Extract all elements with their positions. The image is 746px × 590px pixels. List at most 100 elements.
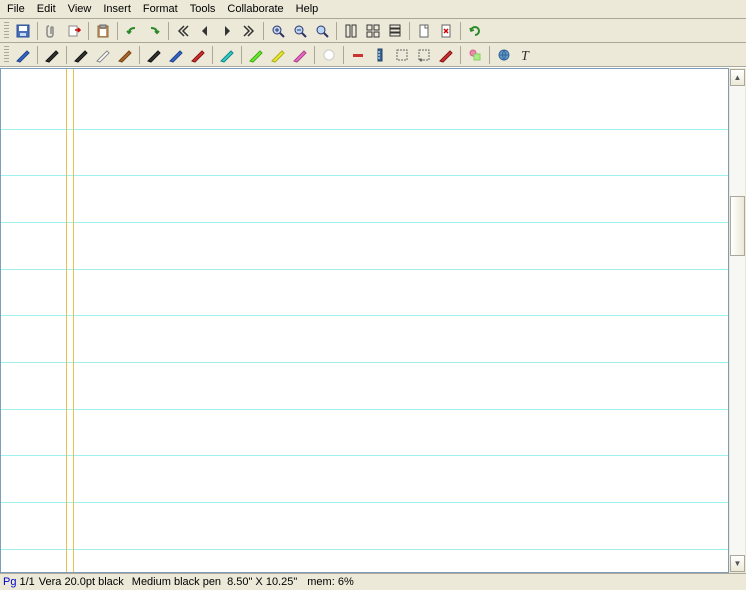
rule-line xyxy=(1,315,728,316)
svg-text:T: T xyxy=(521,49,530,63)
single-page-icon xyxy=(343,23,359,39)
zoom-in-button[interactable] xyxy=(267,21,289,41)
toolbar-handle-2[interactable] xyxy=(4,46,9,64)
pen-cyan-button[interactable] xyxy=(216,45,238,65)
vertical-scrollbar[interactable]: ▲ ▼ xyxy=(729,68,746,573)
status-tool: Medium black pen xyxy=(132,576,221,588)
paper[interactable] xyxy=(1,69,728,572)
menu-help[interactable]: Help xyxy=(291,1,324,17)
refresh-button[interactable] xyxy=(464,21,486,41)
menu-file[interactable]: File xyxy=(2,1,30,17)
rule-line xyxy=(1,549,728,550)
highlighter-icon xyxy=(270,47,286,63)
wand-icon xyxy=(438,47,454,63)
pen-white-button[interactable] xyxy=(92,45,114,65)
pen-icon xyxy=(95,47,111,63)
pen-black-2-button[interactable] xyxy=(70,45,92,65)
menu-collaborate[interactable]: Collaborate xyxy=(222,1,288,17)
delete-tool-button[interactable] xyxy=(347,45,369,65)
toolbar-handle[interactable] xyxy=(4,22,9,40)
statusbar: Pg 1/1 Vera 20.0pt black Medium black pe… xyxy=(0,573,746,590)
hilite-green-button[interactable] xyxy=(245,45,267,65)
hilite-yellow-button[interactable] xyxy=(267,45,289,65)
undo-button[interactable] xyxy=(121,21,143,41)
zoom-fit-button[interactable] xyxy=(311,21,333,41)
status-page: 1/1 xyxy=(19,576,34,588)
wand-button[interactable] xyxy=(435,45,457,65)
export-button[interactable] xyxy=(63,21,85,41)
menu-edit[interactable]: Edit xyxy=(32,1,61,17)
delete-page-button[interactable] xyxy=(435,21,457,41)
next-page-button[interactable] xyxy=(216,21,238,41)
attach-button[interactable] xyxy=(41,21,63,41)
margin-line xyxy=(66,69,67,572)
rule-line xyxy=(1,502,728,503)
stamp-button[interactable] xyxy=(493,45,515,65)
pen-red-button[interactable] xyxy=(187,45,209,65)
hilite-pink-button[interactable] xyxy=(289,45,311,65)
menu-insert[interactable]: Insert xyxy=(98,1,136,17)
lasso-icon xyxy=(416,47,432,63)
rule-line xyxy=(1,222,728,223)
paste-button[interactable] xyxy=(92,21,114,41)
menu-tools[interactable]: Tools xyxy=(185,1,221,17)
zoom-out-icon xyxy=(292,23,308,39)
prev-page-button[interactable] xyxy=(194,21,216,41)
pen-blue-button[interactable] xyxy=(12,45,34,65)
multi-page-button[interactable] xyxy=(362,21,384,41)
rule-line xyxy=(1,409,728,410)
marquee-icon xyxy=(394,47,410,63)
zoom-out-button[interactable] xyxy=(289,21,311,41)
zoom-in-icon xyxy=(270,23,286,39)
last-icon xyxy=(241,23,257,39)
first-page-button[interactable] xyxy=(172,21,194,41)
pen-black-3-button[interactable] xyxy=(143,45,165,65)
scroll-track[interactable] xyxy=(730,86,745,555)
status-font: Vera 20.0pt black xyxy=(39,576,124,588)
highlighter-icon xyxy=(248,47,264,63)
export-icon xyxy=(66,23,82,39)
last-page-button[interactable] xyxy=(238,21,260,41)
page-x-icon xyxy=(438,23,454,39)
save-button[interactable] xyxy=(12,21,34,41)
new-page-button[interactable] xyxy=(413,21,435,41)
text-button[interactable]: T xyxy=(515,45,537,65)
redo-button[interactable] xyxy=(143,21,165,41)
scroll-down-button[interactable]: ▼ xyxy=(730,555,745,572)
pen-brown-button[interactable] xyxy=(114,45,136,65)
scroll-thumb[interactable] xyxy=(730,196,745,256)
canvas[interactable] xyxy=(0,68,729,573)
status-mem: mem: 6% xyxy=(307,576,353,588)
floppy-icon xyxy=(15,23,31,39)
ruler-icon xyxy=(372,47,388,63)
single-page-button[interactable] xyxy=(340,21,362,41)
menu-format[interactable]: Format xyxy=(138,1,183,17)
zoom-fit-icon xyxy=(314,23,330,39)
next-icon xyxy=(219,23,235,39)
pen-icon xyxy=(168,47,184,63)
rule-line xyxy=(1,362,728,363)
minus-icon xyxy=(350,47,366,63)
rule-line xyxy=(1,129,728,130)
first-icon xyxy=(175,23,191,39)
text-icon: T xyxy=(518,47,534,63)
scroll-up-button[interactable]: ▲ xyxy=(730,69,745,86)
eraser-button[interactable] xyxy=(318,45,340,65)
pen-black-1-button[interactable] xyxy=(41,45,63,65)
lasso-button[interactable] xyxy=(413,45,435,65)
pen-icon xyxy=(117,47,133,63)
undo-icon xyxy=(124,23,140,39)
continuous-page-button[interactable] xyxy=(384,21,406,41)
pen-blue-2-button[interactable] xyxy=(165,45,187,65)
select-button[interactable] xyxy=(391,45,413,65)
pen-icon xyxy=(219,47,235,63)
paperclip-icon xyxy=(44,23,60,39)
pen-icon xyxy=(15,47,31,63)
pen-icon xyxy=(73,47,89,63)
shapes-button[interactable] xyxy=(464,45,486,65)
grid-icon xyxy=(365,23,381,39)
shapes-icon xyxy=(467,47,483,63)
rule-line xyxy=(1,455,728,456)
menu-view[interactable]: View xyxy=(63,1,97,17)
ruler-button[interactable] xyxy=(369,45,391,65)
